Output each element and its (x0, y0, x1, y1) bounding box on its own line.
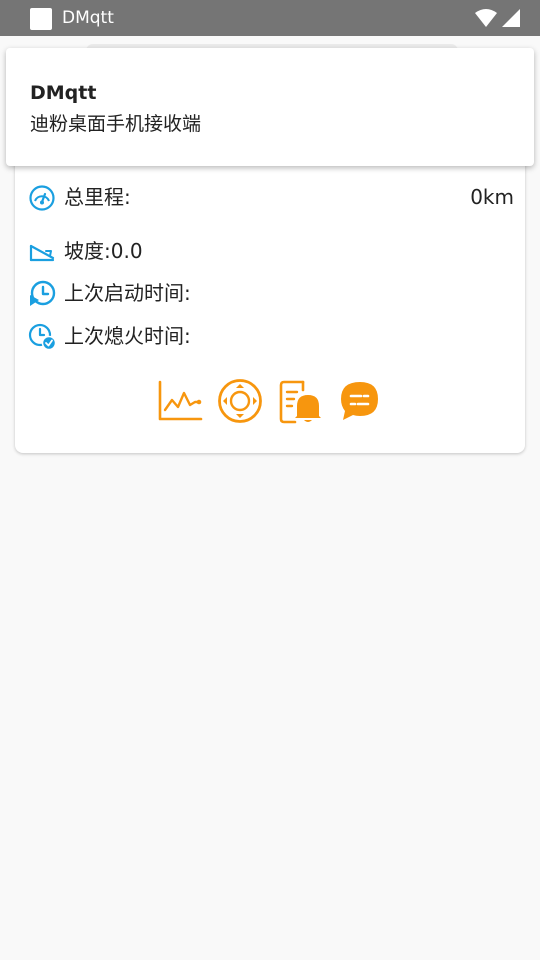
notification-text: 迪粉桌面手机接收端 (30, 113, 202, 135)
alerts-button[interactable] (277, 378, 323, 424)
status-bar: DMqtt (0, 0, 540, 36)
last-stop-row: 上次熄火时间: (28, 322, 514, 351)
last-start-row: 上次启动时间: (28, 279, 514, 307)
signal-icon (502, 9, 520, 27)
wifi-icon (475, 9, 497, 27)
slope-icon (29, 244, 55, 262)
slope-row: 坡度:0.0 (28, 237, 514, 265)
status-app-name: DMqtt (62, 8, 114, 28)
slope-label: 坡度:0.0 (64, 239, 143, 263)
direction-pad-icon (218, 379, 262, 423)
last-stop-label: 上次熄火时间: (64, 324, 191, 348)
chat-button[interactable] (337, 378, 383, 424)
line-chart-icon (158, 380, 203, 421)
clock-play-icon (30, 280, 56, 306)
total-mileage-row: 总里程: 0km (28, 183, 514, 211)
total-mileage-label: 总里程: (64, 185, 131, 209)
notification-title: DMqtt (30, 82, 97, 104)
app-notification-icon (30, 8, 52, 30)
slope-value: 0.0 (110, 239, 143, 263)
heads-up-notification[interactable]: DMqtt 迪粉桌面手机接收端 (6, 48, 534, 166)
alert-bell-icon (279, 380, 321, 424)
chat-bubble-icon (341, 382, 378, 420)
speedometer-icon (29, 185, 55, 211)
last-start-label: 上次启动时间: (64, 281, 191, 305)
chart-button[interactable] (157, 378, 203, 424)
total-mileage-value: 0km (470, 185, 514, 209)
control-button[interactable] (217, 378, 263, 424)
action-toolbar (157, 378, 383, 424)
clock-check-icon (28, 323, 56, 351)
